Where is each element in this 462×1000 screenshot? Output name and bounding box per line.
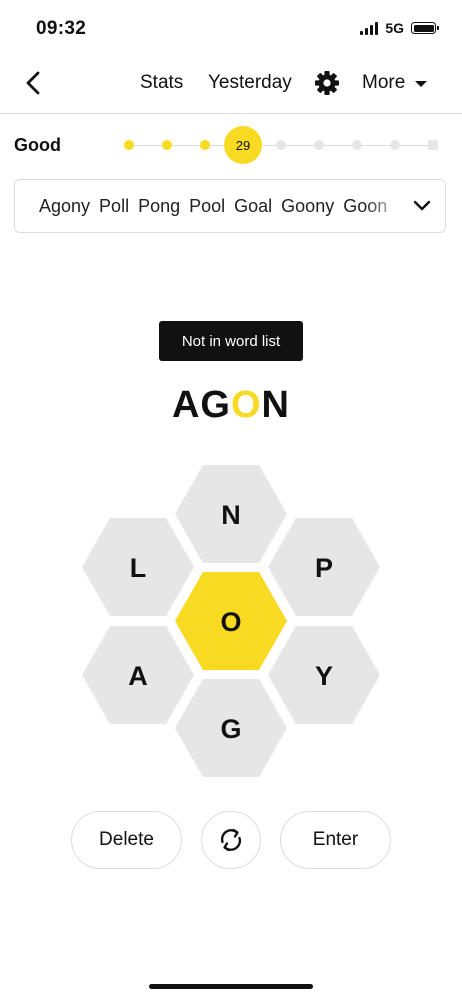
hive-cell-top[interactable]: N [175, 465, 287, 563]
hive-cell-center[interactable]: O [175, 572, 287, 670]
hive-letter-upper-right: P [315, 553, 333, 583]
hive-cell-lower-left[interactable]: A [82, 626, 194, 724]
enter-button[interactable]: Enter [280, 811, 391, 869]
hive-cell-lower-right[interactable]: Y [268, 626, 380, 724]
hive-letter-top: N [221, 500, 241, 530]
hive-cell-upper-right[interactable]: P [268, 518, 380, 616]
hive-letter-bottom: G [220, 714, 241, 744]
delete-button[interactable]: Delete [71, 811, 182, 869]
hive-letter-lower-right: Y [315, 661, 333, 691]
hive-letter-upper-left: L [130, 553, 147, 583]
hive-letter-center: O [220, 607, 241, 637]
hive-letter-lower-left: A [128, 661, 148, 691]
shuffle-icon [220, 828, 242, 852]
home-indicator [149, 984, 313, 989]
shuffle-button[interactable] [201, 811, 261, 869]
hive-cell-bottom[interactable]: G [175, 679, 287, 777]
hive-cell-upper-left[interactable]: L [82, 518, 194, 616]
